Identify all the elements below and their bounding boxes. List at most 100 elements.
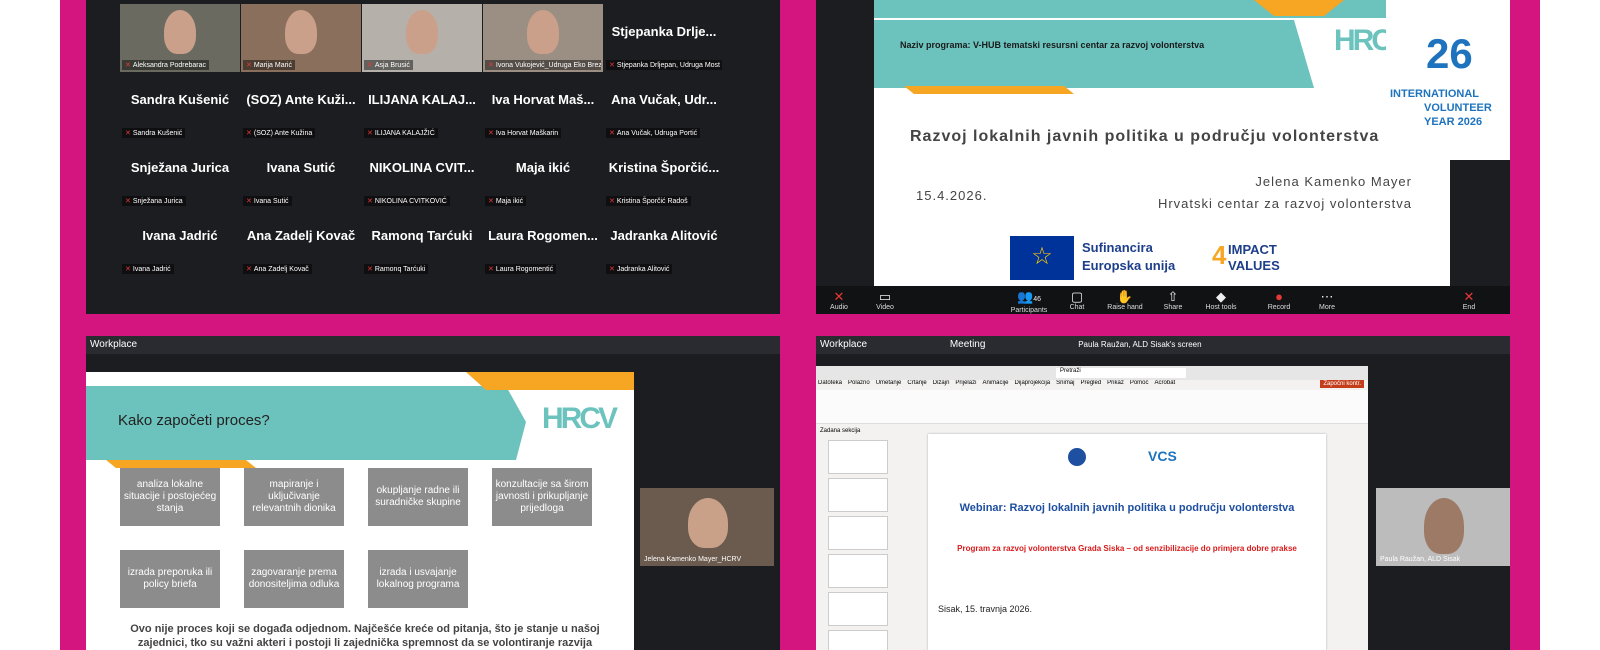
- participant-label-text: Ivana Jadrić: [132, 266, 171, 273]
- ppt-menu-item[interactable]: Pregled: [1080, 380, 1101, 386]
- participant-label-text: Asja Brusić: [374, 62, 410, 69]
- slide-author: Jelena Kamenko Mayer: [1255, 174, 1412, 189]
- powerpoint-panel: Workplace Meeting Paula Raužan, ALD Sisa…: [816, 336, 1510, 650]
- person-silhouette: [527, 10, 559, 54]
- participant-tile[interactable]: Sandra Kušenić ✕ Sandra Kušenić: [120, 72, 240, 140]
- participant-name: Jadranka Alitović: [610, 228, 718, 243]
- audio-button[interactable]: ✕ Audio: [816, 290, 862, 312]
- participant-tile[interactable]: Ivana Jadrić ✕ Ivana Jadrić: [120, 208, 240, 276]
- participant-label: ✕ Aleksandra Podrebarac: [122, 60, 210, 70]
- participant-tile[interactable]: Maja ikić ✕ Maja ikić: [483, 140, 603, 208]
- thumb-pane: Zadana sekcija: [816, 426, 896, 650]
- title-slide: Naziv programa: V-HUB tematski resursni …: [874, 0, 1450, 286]
- participant-label: ✕ Ramonq Tarćuki: [364, 264, 429, 274]
- participant-tile[interactable]: Ana Vučak, Udr... ✕ Ana Vučak, Udruga Port…: [604, 72, 724, 140]
- record-label: Record: [1267, 304, 1291, 311]
- ppt-menu-item[interactable]: Dijaprojekcija: [1014, 380, 1050, 386]
- ppt-menu-item[interactable]: Acrobat: [1155, 380, 1176, 386]
- slide-thumbnail[interactable]: [828, 592, 888, 626]
- participant-tile[interactable]: NIKOLINA CVIT... ✕ NIKOLINA CVITKOVIĆ: [362, 140, 482, 208]
- participant-name: ILIJANA KALAJ...: [368, 92, 476, 107]
- slide-thumbnail[interactable]: [828, 630, 888, 650]
- mic-muted-icon: ✕: [488, 266, 494, 273]
- share-tab[interactable]: Paula Raužan, ALD Sisak's screen: [1078, 340, 1201, 349]
- participant-tile[interactable]: ✕ Asja Brusić: [362, 4, 482, 72]
- participant-label: ✕ Stjepanka Drljepan, Udruga Most: [606, 60, 722, 70]
- impact-number: 4: [1212, 240, 1227, 270]
- participant-label-text: Ramonq Tarćuki: [374, 266, 426, 273]
- camera-icon: ▭: [878, 289, 892, 304]
- record-button[interactable]: ● Record: [1256, 290, 1302, 312]
- participants-icon: 👥46: [1017, 289, 1041, 304]
- mic-muted-icon: ✕: [246, 198, 252, 205]
- participant-tile[interactable]: Ramonq Tarćuki ✕ Ramonq Tarćuki: [362, 208, 482, 276]
- participant-tile[interactable]: Ana Zadelj Kovač ✕ Ana Zadelj Kovač: [241, 208, 361, 276]
- meeting-tab[interactable]: Meeting: [950, 339, 986, 350]
- participant-label: ✕ (SOZ) Ante Kužina: [243, 128, 316, 138]
- slide-thumbnail[interactable]: [828, 516, 888, 550]
- iyv-number: 26: [1426, 30, 1473, 77]
- city-logo: [1068, 448, 1086, 466]
- start-collaborate-button[interactable]: Započni kontr.: [1320, 380, 1364, 388]
- step-box-3: okupljanje radne ili suradničke skupine: [368, 468, 468, 526]
- ppt-menu-item[interactable]: Crtanje: [907, 380, 926, 386]
- participant-label-text: Laura Rogomentić: [495, 266, 554, 273]
- participant-tile[interactable]: ILIJANA KALAJ... ✕ ILIJANA KALAJŽIĆ: [362, 72, 482, 140]
- raise-label: Raise hand: [1107, 304, 1143, 311]
- participant-name: Sandra Kušenić: [130, 92, 230, 107]
- participant-tile[interactable]: Kristina Šporčić... ✕ Kristina Šporčić Rad…: [604, 140, 724, 208]
- program-name: Naziv programa: V-HUB tematski resursni …: [900, 40, 1205, 50]
- ppt-menu-item[interactable]: Snimaj: [1056, 380, 1074, 386]
- ppt-menu-item[interactable]: Umetanje: [876, 380, 902, 386]
- participants-count: 46: [1033, 296, 1041, 303]
- powerpoint-window: Pretraži Datoteka Polazno Umetanje Crtanje D…: [816, 366, 1368, 650]
- share-label: Share: [1163, 304, 1183, 311]
- raise-hand-button[interactable]: ✋ Raise hand: [1102, 290, 1148, 312]
- participant-label: ✕ Jadranka Alitović: [606, 264, 673, 274]
- participant-label-text: Ana Zadelj Kovač: [253, 266, 309, 273]
- participant-tile[interactable]: Iva Horvat Maš... ✕ Iva Horvat Maškarin: [483, 72, 603, 140]
- participant-label: ✕ Marija Marić: [243, 60, 295, 70]
- more-label: More: [1319, 304, 1335, 311]
- ppt-menu-item[interactable]: Datoteka: [818, 380, 842, 386]
- participant-tile[interactable]: Laura Rogomen... ✕ Laura Rogomentić: [483, 208, 603, 276]
- share-button[interactable]: ⇧ Share: [1150, 290, 1196, 312]
- slide-canvas: VCS Webinar: Razvoj lokalnih javnih poli…: [928, 434, 1326, 650]
- ppt-menu-item[interactable]: Dizajn: [933, 380, 950, 386]
- chat-button[interactable]: ▢ Chat: [1054, 290, 1100, 312]
- slide-thumbnail[interactable]: [828, 554, 888, 588]
- search-box[interactable]: Pretraži: [1056, 368, 1186, 378]
- ppt-menu-item[interactable]: Pomoć: [1130, 380, 1149, 386]
- participant-label-text: Ana Vučak, Udruga Portić: [616, 130, 698, 137]
- iyv-line1: INTERNATIONAL: [1390, 88, 1480, 100]
- ppt-menu-item[interactable]: Polazno: [848, 380, 870, 386]
- participant-label-text: Ivana Sutić: [253, 198, 289, 205]
- participant-label: ✕ Asja Brusić: [364, 60, 413, 70]
- end-button[interactable]: ✕ End: [1446, 290, 1492, 312]
- participant-tile[interactable]: Jadranka Alitović ✕ Jadranka Alitović: [604, 208, 724, 276]
- participant-tile[interactable]: Ivana Sutić ✕ Ivana Sutić: [241, 140, 361, 208]
- host-label: Host tools: [1205, 304, 1237, 311]
- participant-name: Ivana Sutić: [266, 160, 336, 175]
- participant-tile[interactable]: ✕ Aleksandra Podrebarac: [120, 4, 240, 72]
- slide-thumbnail[interactable]: [828, 478, 888, 512]
- participant-label: ✕ Snježana Jurica: [122, 196, 186, 206]
- participant-tile[interactable]: Snježana Jurica ✕ Snježana Jurica: [120, 140, 240, 208]
- mic-muted-icon: ✕: [488, 62, 494, 69]
- ppt-menu-item[interactable]: Animacije: [982, 380, 1008, 386]
- ppt-menu-item[interactable]: Prikaz: [1107, 380, 1124, 386]
- host-tools-button[interactable]: ◆ Host tools: [1198, 290, 1244, 312]
- ppt-menu-item[interactable]: Prijelazi: [955, 380, 976, 386]
- mic-muted-icon: ✕: [609, 62, 615, 69]
- participant-tile[interactable]: (SOZ) Ante Kuži... ✕ (SOZ) Ante Kužina: [241, 72, 361, 140]
- mic-muted-icon: ✕: [125, 130, 131, 137]
- participant-tile[interactable]: ✕ Marija Marić: [241, 4, 361, 72]
- slide-thumbnail[interactable]: [828, 440, 888, 474]
- title-slide-panel: Naziv programa: V-HUB tematski resursni …: [816, 0, 1510, 314]
- video-button[interactable]: ▭ Video: [862, 289, 908, 312]
- mic-muted-icon: ✕: [609, 130, 615, 137]
- participants-button[interactable]: 👥46 Participants: [1006, 289, 1052, 315]
- participant-tile[interactable]: ✕ Ivona Vukojević_Udruga Eko Brez...: [483, 4, 603, 72]
- more-button[interactable]: ⋯ More: [1304, 290, 1350, 312]
- participant-tile[interactable]: Stjepanka Drlje... ✕ Stjepanka Drljepan, U…: [604, 4, 724, 72]
